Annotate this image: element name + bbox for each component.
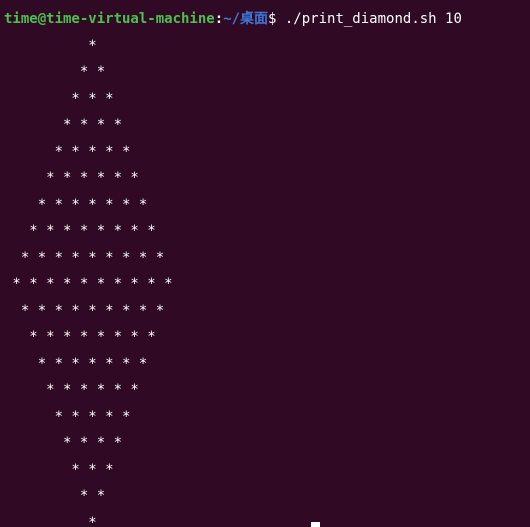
prompt-separator: : [214, 11, 224, 27]
output-line: * * * * * [4, 143, 131, 160]
output-line: * * * * * * * * * * [4, 276, 173, 292]
output-line: * * * * * * * * * [4, 249, 165, 266]
text-cursor [311, 522, 320, 527]
output-line: * [4, 514, 97, 527]
output-line: * * * [4, 461, 114, 478]
output-line: * * * * * * [4, 382, 139, 398]
terminal-window[interactable]: time@time-virtual-machine:~/桌面$ ./print_… [0, 0, 530, 527]
command-text: ./print_diamond.sh 10 [276, 11, 462, 27]
prompt-line: time@time-virtual-machine:~/桌面$ ./print_… [4, 6, 530, 33]
output-line: * [4, 37, 97, 54]
output-line: * * * * * * [4, 170, 139, 186]
prompt-user-host: time@time-virtual-machine [4, 11, 215, 27]
output-line: * * * * * * * [4, 355, 148, 372]
output-line: * * [4, 488, 106, 504]
output-block: * * * * * * * * * * * * * * * * * * * * … [4, 33, 530, 527]
output-line: * * * [4, 90, 114, 107]
output-line: * * * * * * * * [4, 223, 156, 239]
output-line: * * * * [4, 435, 123, 451]
output-line: * * * * [4, 117, 123, 133]
output-line: * * [4, 64, 106, 80]
output-line: * * * * * * * [4, 196, 148, 213]
output-line: * * * * * * * * * [4, 302, 165, 319]
output-line: * * * * * [4, 408, 131, 425]
prompt-path: ~/桌面 [223, 11, 269, 27]
output-line: * * * * * * * * [4, 329, 156, 345]
